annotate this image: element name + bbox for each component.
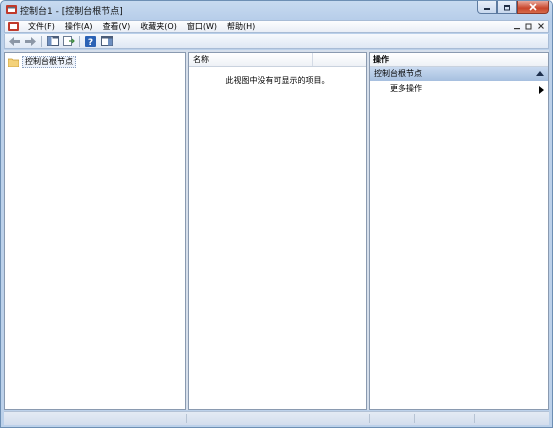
back-icon: [9, 36, 20, 46]
menu-window[interactable]: 窗口(W): [182, 21, 222, 33]
mdi-restore-icon[interactable]: [525, 21, 533, 31]
content-area: 控制台根节点 名称 此视图中没有可显示的项目。 操作 控制台根节点 更多操作: [4, 50, 549, 410]
forward-button[interactable]: [24, 36, 37, 47]
app-icon: [6, 5, 17, 14]
mdi-buttons: [513, 21, 545, 31]
mdi-minimize-icon[interactable]: [513, 21, 521, 31]
collapse-arrow-icon[interactable]: [536, 71, 544, 76]
tree-item-console-root[interactable]: 控制台根节点: [8, 56, 76, 68]
window-title: 控制台1 - [控制台根节点]: [20, 7, 123, 17]
restore-icon: [504, 5, 510, 11]
mmc-window: 控制台1 - [控制台根节点] 文件(F) 操作(A) 查看(V) 收藏夹(O)…: [0, 0, 553, 428]
result-list-pane[interactable]: 名称 此视图中没有可显示的项目。: [188, 52, 367, 410]
action-item-more-actions[interactable]: 更多操作: [370, 83, 548, 95]
svg-text:?: ?: [88, 38, 93, 47]
status-bar: [4, 411, 549, 425]
folder-icon: [8, 58, 19, 67]
status-separator: [414, 414, 415, 423]
empty-list-message: 此视图中没有可显示的项目。: [225, 76, 330, 85]
show-action-pane-button[interactable]: [100, 36, 113, 47]
document-icon[interactable]: [8, 22, 19, 31]
export-list-button[interactable]: [62, 36, 75, 47]
close-button[interactable]: [517, 1, 549, 14]
export-list-icon: [62, 36, 75, 46]
menu-bar: 文件(F) 操作(A) 查看(V) 收藏夹(O) 窗口(W) 帮助(H): [4, 20, 549, 33]
menu-view[interactable]: 查看(V): [98, 21, 136, 33]
forward-icon: [25, 36, 36, 46]
menu-file[interactable]: 文件(F): [23, 21, 60, 33]
status-separator: [474, 414, 475, 423]
submenu-arrow-icon: [539, 86, 544, 94]
mdi-close-icon[interactable]: [537, 21, 545, 31]
back-button[interactable]: [8, 36, 21, 47]
actions-pane: 操作 控制台根节点 更多操作: [369, 52, 549, 410]
maximize-button[interactable]: [497, 1, 517, 14]
menu-action[interactable]: 操作(A): [60, 21, 98, 33]
minimize-icon: [484, 8, 490, 10]
help-button[interactable]: ?: [84, 35, 97, 47]
status-separator: [369, 414, 370, 423]
toolbar-separator: [79, 35, 80, 47]
column-header-name[interactable]: 名称: [189, 53, 313, 66]
console-tree-icon: [46, 36, 59, 46]
help-icon: ?: [85, 35, 96, 47]
actions-section-header[interactable]: 控制台根节点: [370, 67, 548, 81]
actions-title: 操作: [370, 53, 548, 67]
close-icon: [529, 3, 537, 11]
menu-help[interactable]: 帮助(H): [222, 21, 260, 33]
show-console-tree-button[interactable]: [46, 36, 59, 47]
menu-favorites[interactable]: 收藏夹(O): [135, 21, 182, 33]
toolbar: ?: [4, 34, 549, 49]
title-bar[interactable]: 控制台1 - [控制台根节点]: [1, 1, 552, 19]
list-header: 名称: [189, 53, 366, 67]
actions-section-label: 控制台根节点: [374, 69, 422, 78]
action-pane-icon: [100, 36, 113, 46]
minimize-button[interactable]: [477, 1, 497, 14]
caption-buttons: [477, 1, 549, 15]
action-item-label: 更多操作: [390, 84, 422, 93]
status-separator: [186, 414, 187, 423]
console-tree-pane[interactable]: 控制台根节点: [4, 52, 186, 410]
toolbar-separator: [41, 35, 42, 47]
tree-item-label: 控制台根节点: [22, 56, 76, 68]
